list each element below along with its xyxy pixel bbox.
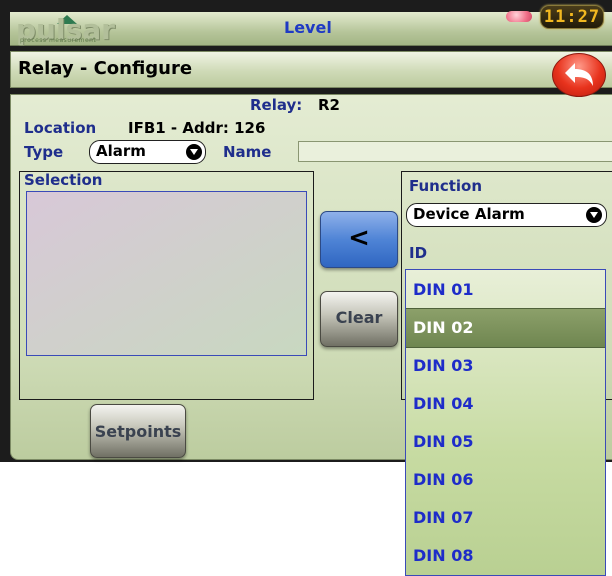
- dropdown-item-label: DIN 01: [413, 280, 474, 299]
- setpoints-button[interactable]: Setpoints: [90, 404, 186, 458]
- dropdown-item-label: DIN 03: [413, 356, 474, 375]
- status-led-icon: [506, 11, 532, 22]
- clock-display: 11:27: [540, 5, 604, 29]
- function-select[interactable]: Device Alarm: [406, 203, 607, 227]
- logo-tagline: process measurement: [20, 37, 97, 44]
- type-select[interactable]: Alarm: [89, 140, 206, 164]
- pulsar-logo: pulsar process measurement: [16, 13, 122, 46]
- dropdown-item-din-02-selected[interactable]: DIN 02: [406, 308, 605, 348]
- function-label: Function: [409, 177, 483, 195]
- dropdown-item-din-07[interactable]: DIN 07: [406, 499, 605, 537]
- chevron-down-icon: [586, 207, 602, 223]
- selection-list[interactable]: [26, 191, 307, 356]
- dropdown-item-label: DIN 08: [413, 546, 474, 565]
- dropdown-item-din-08[interactable]: DIN 08: [406, 537, 605, 575]
- move-left-button[interactable]: <: [320, 211, 398, 268]
- dropdown-item-din-06[interactable]: DIN 06: [406, 461, 605, 499]
- chevron-down-icon: [186, 144, 202, 160]
- dropdown-item-din-01[interactable]: DIN 01: [406, 271, 605, 309]
- location-value: IFB1 - Addr: 126: [128, 119, 266, 137]
- id-dropdown-list[interactable]: DIN 01 DIN 02 DIN 03 DIN 04 DIN 05 DIN 0…: [405, 269, 606, 576]
- dropdown-item-label: DIN 02: [413, 318, 474, 337]
- header-title: Level: [284, 18, 332, 37]
- name-input[interactable]: [298, 141, 612, 162]
- dropdown-item-din-04[interactable]: DIN 04: [406, 385, 605, 423]
- clear-label: Clear: [335, 308, 383, 327]
- dropdown-item-label: DIN 07: [413, 508, 474, 527]
- dropdown-item-label: DIN 05: [413, 432, 474, 451]
- back-arrow-icon: [565, 63, 593, 86]
- page-title: Relay - Configure: [18, 58, 193, 79]
- dropdown-item-din-03[interactable]: DIN 03: [406, 347, 605, 385]
- type-label: Type: [24, 143, 64, 161]
- clear-button[interactable]: Clear: [320, 291, 398, 347]
- back-button[interactable]: [552, 53, 606, 97]
- type-select-value: Alarm: [96, 142, 146, 160]
- setpoints-label: Setpoints: [94, 422, 182, 441]
- name-label: Name: [223, 143, 272, 161]
- dropdown-item-label: DIN 06: [413, 470, 474, 489]
- id-label: ID: [409, 244, 428, 262]
- clock-time: 11:27: [543, 7, 601, 27]
- selection-label: Selection: [24, 171, 103, 189]
- title-bar: Relay - Configure: [10, 51, 612, 88]
- dropdown-item-label: DIN 04: [413, 394, 474, 413]
- move-left-label: <: [348, 223, 370, 253]
- relay-label: Relay:: [250, 96, 303, 114]
- location-label: Location: [24, 119, 97, 137]
- dropdown-item-din-05[interactable]: DIN 05: [406, 423, 605, 461]
- function-select-value: Device Alarm: [413, 205, 525, 223]
- relay-value: R2: [318, 96, 340, 114]
